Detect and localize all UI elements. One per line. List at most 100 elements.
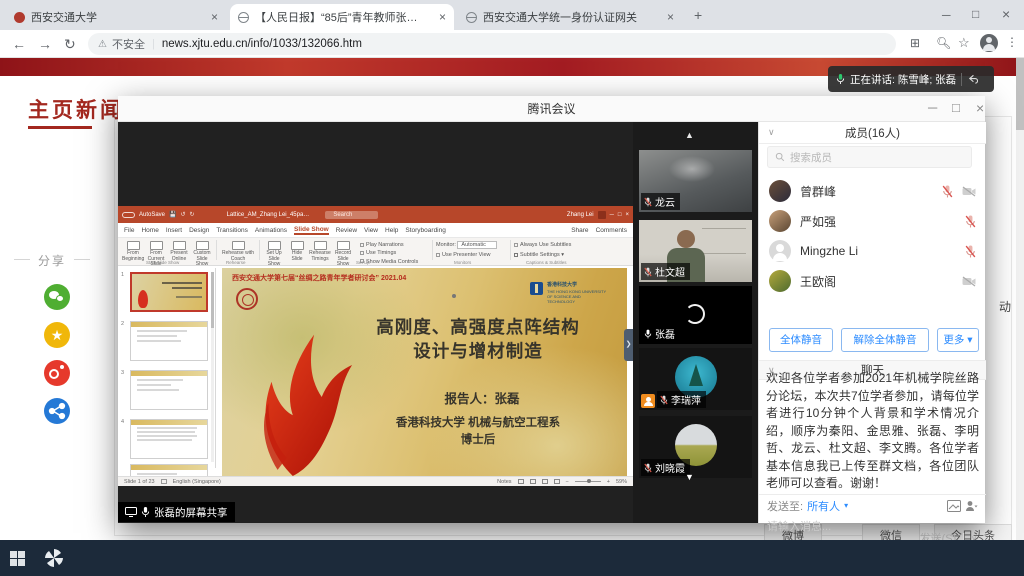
slide-thumbnail-3 xyxy=(130,370,208,410)
tab-title: 西安交通大学 xyxy=(31,9,205,25)
speaking-text: 正在讲话: 陈雪峰; 张磊 xyxy=(850,72,956,87)
slide-thumbnail-2 xyxy=(130,321,208,361)
tab-xjtu-auth[interactable]: 西安交通大学统一身份认证网关 × xyxy=(458,4,682,30)
ppt-tab-view: View xyxy=(364,227,378,234)
browser-minimize-button[interactable]: ─ xyxy=(942,9,951,21)
browser-menu-icon[interactable]: ⋮ xyxy=(1006,35,1018,49)
notes-toggle: Notes xyxy=(497,479,511,485)
browser-close-button[interactable]: × xyxy=(1002,8,1010,20)
member-row[interactable]: 曾群峰 xyxy=(759,176,986,206)
warning-icon: ⚠ xyxy=(98,39,107,50)
divider xyxy=(74,259,90,260)
extensions-icon[interactable]: ⊞ xyxy=(910,36,920,50)
loading-spinner xyxy=(685,304,705,324)
tab-xjtu[interactable]: 西安交通大学 × xyxy=(6,4,226,30)
member-row[interactable]: 王欧阁 xyxy=(759,266,986,296)
ppt-title-bar: AutoSave 💾↺↻ Lattice_AM_Zhang Lei_45pa… … xyxy=(118,206,633,223)
mic-muted-icon xyxy=(965,215,976,228)
speaking-toast: 正在讲话: 陈雪峰; 张磊 xyxy=(828,66,994,92)
zoom-glass-icon[interactable]: 🔍︎ xyxy=(936,36,951,50)
hkust-logo: 香港科技大学 THE HONG KONG UNIVERSITY OF SCIEN… xyxy=(530,282,609,304)
pinwheel-app-icon[interactable] xyxy=(44,548,64,568)
video-tile-duwenchao[interactable]: 杜文超 xyxy=(639,220,752,282)
avatar xyxy=(769,270,791,292)
chat-input[interactable]: 请输入消息... xyxy=(767,518,831,534)
meeting-title-bar[interactable]: 腾讯会议 xyxy=(118,96,985,122)
video-strip: ▲ 龙云 杜文超 张磊 xyxy=(633,122,758,523)
ppt-tab-home: Home xyxy=(141,227,158,234)
ppt-rehearse-with-coach: Rehearse with Coach xyxy=(220,241,256,262)
private-chat-icon[interactable] xyxy=(965,500,978,512)
ppt-slide-canvas: 西安交通大学第七届“丝绸之路青年学者研讨会” 2021.04 香港科技大学 TH… xyxy=(222,268,627,476)
close-icon[interactable]: × xyxy=(667,10,674,24)
bookmark-star-icon[interactable]: ☆ xyxy=(958,35,970,51)
shared-powerpoint-window: AutoSave 💾↺↻ Lattice_AM_Zhang Lei_45pa… … xyxy=(118,206,633,486)
ppt-tab-design: Design xyxy=(189,227,209,234)
member-search-input[interactable]: 搜索成员 xyxy=(767,146,972,168)
screen-icon xyxy=(125,507,137,517)
page-scrollbar-thumb[interactable] xyxy=(1016,58,1024,130)
video-tile-longyun[interactable]: 龙云 xyxy=(639,150,752,212)
page-scrollbar[interactable] xyxy=(1016,58,1024,540)
ppt-always-use-subtitles: Always Use Subtitles xyxy=(514,242,571,248)
video-tile-zhanglei[interactable]: 张磊 xyxy=(639,286,752,344)
sidebar-collapse-handle[interactable]: ❯ xyxy=(624,329,633,361)
forward-icon[interactable]: → xyxy=(38,36,52,52)
group-monitors: Monitors xyxy=(454,260,471,265)
video-tile-liruiping[interactable]: 李瑞萍 xyxy=(639,348,752,410)
member-row[interactable]: 严如强 xyxy=(759,206,986,236)
mic-icon xyxy=(836,73,845,85)
qzone-star-icon[interactable]: ★ xyxy=(44,322,70,348)
close-icon[interactable]: × xyxy=(211,10,218,24)
meeting-close-icon[interactable]: × xyxy=(976,101,984,115)
address-bar[interactable]: ⚠ 不安全 | news.xjtu.edu.cn/info/1033/13206… xyxy=(88,33,896,55)
member-row[interactable]: Mingzhe Li xyxy=(759,236,986,266)
mic-muted-icon xyxy=(644,463,652,473)
member-name: 曾群峰 xyxy=(800,183,933,200)
unmute-all-button[interactable]: 解除全体静音 xyxy=(841,328,929,352)
ppt-ribbon: From Beginning From Current Slide Presen… xyxy=(118,238,633,266)
collapse-arrow-icon[interactable] xyxy=(967,74,978,84)
share-label: 分享 xyxy=(38,252,66,269)
thumb-number: 1 xyxy=(121,272,124,278)
profile-avatar[interactable] xyxy=(980,34,998,52)
scroll-down-icon[interactable]: ▼ xyxy=(685,472,694,482)
ppt-custom-slide-show: Custom Slide Show xyxy=(191,241,213,268)
scroll-up-icon[interactable]: ▲ xyxy=(685,130,694,140)
wechat-share-icon[interactable] xyxy=(44,284,70,310)
thumb-number: 2 xyxy=(121,321,124,327)
mic-muted-icon xyxy=(942,185,953,198)
windows-taskbar: 电脑录屏软件 搜索一下 X W ∧ 中 15:09 周五 2021/4/16 xyxy=(0,540,1024,576)
title-underline xyxy=(28,126,92,129)
tab-people-daily[interactable]: 【人民日报】“85后”青年教师张… × xyxy=(230,4,454,30)
meeting-maximize-icon[interactable]: □ xyxy=(952,101,960,115)
camera-off-icon xyxy=(962,276,976,287)
more-button[interactable]: 更多 ▾ xyxy=(937,328,979,352)
ppt-use-presenter-view: Use Presenter View xyxy=(436,252,491,258)
new-tab-button[interactable]: + xyxy=(694,7,702,23)
reload-icon[interactable]: ↻ xyxy=(64,36,76,53)
slide-thumbnail-4 xyxy=(130,419,208,459)
meeting-window-title: 腾讯会议 xyxy=(527,100,575,117)
collapse-chevron-icon[interactable]: ∨ xyxy=(768,127,775,138)
screenshot-icon[interactable] xyxy=(947,500,961,512)
mic-muted-icon xyxy=(660,395,668,405)
slide-header-text: 西安交通大学第七届“丝绸之路青年学者研讨会” 2021.04 xyxy=(232,273,406,283)
mouse-cursor-dot xyxy=(452,294,456,298)
back-icon[interactable]: ← xyxy=(12,36,26,52)
meeting-minimize-icon[interactable]: ─ xyxy=(928,101,937,115)
weibo-share-icon[interactable] xyxy=(44,360,70,386)
start-button[interactable] xyxy=(10,551,25,566)
share-caption-text: 张磊的屏幕共享 xyxy=(154,505,228,520)
video-tile-liuxiaoxia[interactable]: 刘晓霞 xyxy=(639,416,752,478)
generic-share-icon[interactable] xyxy=(44,398,70,424)
slide-title: 高刚度、高强度点阵结构 设计与增材制造 xyxy=(337,316,619,363)
send-to-selector[interactable]: 所有人 xyxy=(807,498,840,514)
ppt-tab-file: File xyxy=(124,227,134,234)
browser-maximize-button[interactable]: □ xyxy=(972,8,979,20)
notes-icon xyxy=(161,479,167,484)
ppt-tab-animations: Animations xyxy=(255,227,287,234)
ppt-subtitle-settings: Subtitle Settings ▾ xyxy=(514,252,564,258)
close-icon[interactable]: × xyxy=(439,10,446,24)
mute-all-button[interactable]: 全体静音 xyxy=(769,328,833,352)
